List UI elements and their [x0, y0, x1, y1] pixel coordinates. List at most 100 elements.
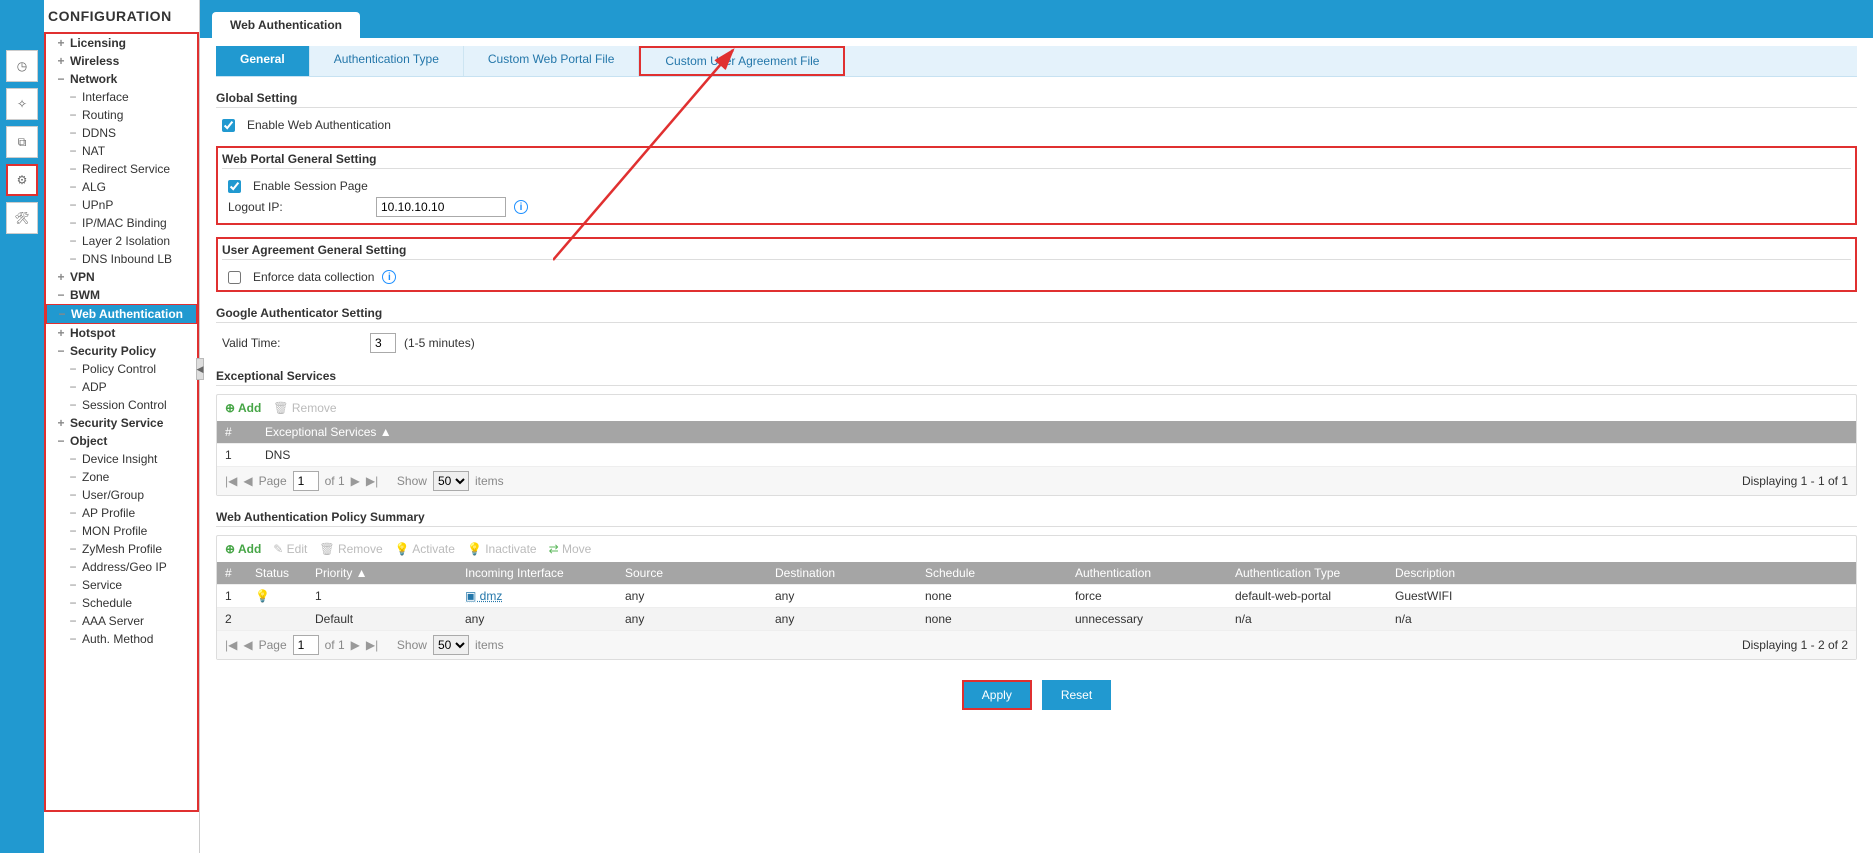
pager-display: Displaying 1 - 1 of 1 — [1742, 474, 1848, 488]
policy-panel: ⊕ Add ✎ Edit 🗑 Remove 💡 Activate 💡 Inact… — [216, 535, 1857, 660]
subtab-general[interactable]: General — [216, 46, 310, 76]
next-page-icon[interactable]: ▶ — [351, 638, 360, 652]
info-icon[interactable]: i — [514, 200, 528, 214]
table-row[interactable]: 2Defaultanyanyanynoneunnecessaryn/an/a — [217, 608, 1856, 631]
table-row[interactable]: 1DNS — [217, 444, 1856, 467]
section-policy: Web Authentication Policy Summary — [216, 510, 1857, 524]
nav-item-mon-profile[interactable]: −MON Profile — [46, 522, 197, 540]
wizard-icon[interactable]: ✧ — [6, 88, 38, 120]
first-page-icon[interactable]: |◀ — [225, 638, 237, 652]
section-portal: Web Portal General Setting — [222, 152, 1851, 166]
enable-webauth-checkbox[interactable] — [222, 119, 235, 132]
nav-item-zone[interactable]: −Zone — [46, 468, 197, 486]
enforce-data-label: Enforce data collection — [253, 270, 374, 284]
sidebar-title: CONFIGURATION — [44, 0, 199, 30]
section-google: Google Authenticator Setting — [216, 306, 1857, 320]
exceptional-toolbar: ⊕ Add 🗑 Remove — [217, 395, 1856, 421]
nav-item-wireless[interactable]: +Wireless — [46, 52, 197, 70]
enforce-data-checkbox[interactable] — [228, 271, 241, 284]
page-input[interactable] — [293, 635, 319, 655]
subtab-custom-web-portal-file[interactable]: Custom Web Portal File — [464, 46, 640, 76]
edit-button[interactable]: ✎ Edit — [273, 542, 307, 556]
last-page-icon[interactable]: ▶| — [366, 474, 378, 488]
nav-item-object[interactable]: −Object — [46, 432, 197, 450]
subtab-authentication-type[interactable]: Authentication Type — [310, 46, 464, 76]
section-exceptional: Exceptional Services — [216, 369, 1857, 383]
valid-time-input[interactable] — [370, 333, 396, 353]
nav-item-nat[interactable]: −NAT — [46, 142, 197, 160]
nav-item-bwm[interactable]: −BWM — [46, 286, 197, 304]
nav-item-policy-control[interactable]: −Policy Control — [46, 360, 197, 378]
nav-item-routing[interactable]: −Routing — [46, 106, 197, 124]
user-agreement-box: User Agreement General Setting Enforce d… — [216, 237, 1857, 292]
sidebar-collapse-handle[interactable]: ◀ — [196, 358, 204, 380]
page-input[interactable] — [293, 471, 319, 491]
prev-page-icon[interactable]: ◀ — [243, 474, 252, 488]
nav-item-vpn[interactable]: +VPN — [46, 268, 197, 286]
inactivate-button[interactable]: 💡 Inactivate — [467, 542, 537, 556]
logout-ip-input[interactable] — [376, 197, 506, 217]
nav-item-session-control[interactable]: −Session Control — [46, 396, 197, 414]
remove-button[interactable]: 🗑 Remove — [319, 542, 382, 556]
nav-item-dns-inbound-lb[interactable]: −DNS Inbound LB — [46, 250, 197, 268]
page-size-select[interactable]: 50 — [433, 635, 469, 655]
table-row[interactable]: 1💡1▣ dmzanyanynoneforcedefault-web-porta… — [217, 585, 1856, 608]
info-icon[interactable]: i — [382, 270, 396, 284]
nav-item-web-authentication[interactable]: −Web Authentication — [46, 304, 197, 324]
nav-item-ip-mac-binding[interactable]: −IP/MAC Binding — [46, 214, 197, 232]
enable-session-checkbox[interactable] — [228, 180, 241, 193]
nav-tree: +Licensing+Wireless−Network−Interface−Ro… — [44, 32, 199, 812]
nav-item-zymesh-profile[interactable]: −ZyMesh Profile — [46, 540, 197, 558]
section-user-agreement: User Agreement General Setting — [222, 243, 1851, 257]
first-page-icon[interactable]: |◀ — [225, 474, 237, 488]
next-page-icon[interactable]: ▶ — [351, 474, 360, 488]
nav-item-user-group[interactable]: −User/Group — [46, 486, 197, 504]
page-title-tab: Web Authentication — [212, 12, 360, 38]
nav-item-upnp[interactable]: −UPnP — [46, 196, 197, 214]
config-icon[interactable]: ⚙ — [6, 164, 38, 196]
nav-item-alg[interactable]: −ALG — [46, 178, 197, 196]
subtab-custom-user-agreement-file[interactable]: Custom User Agreement File — [639, 46, 845, 76]
nav-item-network[interactable]: −Network — [46, 70, 197, 88]
enable-webauth-label: Enable Web Authentication — [247, 118, 391, 132]
nav-item-redirect-service[interactable]: −Redirect Service — [46, 160, 197, 178]
valid-time-hint: (1-5 minutes) — [404, 336, 475, 350]
remove-button[interactable]: 🗑 Remove — [273, 401, 336, 415]
tools-icon[interactable]: 🛠 — [6, 202, 38, 234]
page-size-select[interactable]: 50 — [433, 471, 469, 491]
last-page-icon[interactable]: ▶| — [366, 638, 378, 652]
add-button[interactable]: ⊕ Add — [225, 542, 261, 556]
portal-setting-box: Web Portal General Setting Enable Sessio… — [216, 146, 1857, 225]
valid-time-label: Valid Time: — [222, 336, 362, 350]
nav-item-adp[interactable]: −ADP — [46, 378, 197, 396]
apply-button[interactable]: Apply — [962, 680, 1032, 710]
nav-item-hotspot[interactable]: +Hotspot — [46, 324, 197, 342]
prev-page-icon[interactable]: ◀ — [243, 638, 252, 652]
nav-item-ap-profile[interactable]: −AP Profile — [46, 504, 197, 522]
nav-item-ddns[interactable]: −DDNS — [46, 124, 197, 142]
nav-item-security-policy[interactable]: −Security Policy — [46, 342, 197, 360]
reset-button[interactable]: Reset — [1042, 680, 1111, 710]
policy-pager: |◀ ◀ Page of 1 ▶ ▶| Show 50 items Displa… — [217, 630, 1856, 659]
pager-display: Displaying 1 - 2 of 2 — [1742, 638, 1848, 652]
dashboard-icon[interactable]: ◷ — [6, 50, 38, 82]
nav-item-service[interactable]: −Service — [46, 576, 197, 594]
nav-item-layer-2-isolation[interactable]: −Layer 2 Isolation — [46, 232, 197, 250]
status-bulb-icon: 💡 — [255, 589, 270, 603]
nav-item-security-service[interactable]: +Security Service — [46, 414, 197, 432]
policy-toolbar: ⊕ Add ✎ Edit 🗑 Remove 💡 Activate 💡 Inact… — [217, 536, 1856, 562]
nav-item-address-geo-ip[interactable]: −Address/Geo IP — [46, 558, 197, 576]
nav-item-aaa-server[interactable]: −AAA Server — [46, 612, 197, 630]
left-rail: ◷ ✧ ⧉ ⚙ 🛠 — [0, 0, 44, 853]
monitor-icon[interactable]: ⧉ — [6, 126, 38, 158]
interface-link[interactable]: ▣ dmz — [465, 589, 502, 603]
add-button[interactable]: ⊕ Add — [225, 401, 261, 415]
move-button[interactable]: ⇄ Move — [549, 542, 592, 556]
exceptional-panel: ⊕ Add 🗑 Remove # Exceptional Services ▲ … — [216, 394, 1857, 496]
nav-item-interface[interactable]: −Interface — [46, 88, 197, 106]
nav-item-schedule[interactable]: −Schedule — [46, 594, 197, 612]
activate-button[interactable]: 💡 Activate — [395, 542, 455, 556]
nav-item-licensing[interactable]: +Licensing — [46, 34, 197, 52]
nav-item-auth-method[interactable]: −Auth. Method — [46, 630, 197, 648]
nav-item-device-insight[interactable]: −Device Insight — [46, 450, 197, 468]
